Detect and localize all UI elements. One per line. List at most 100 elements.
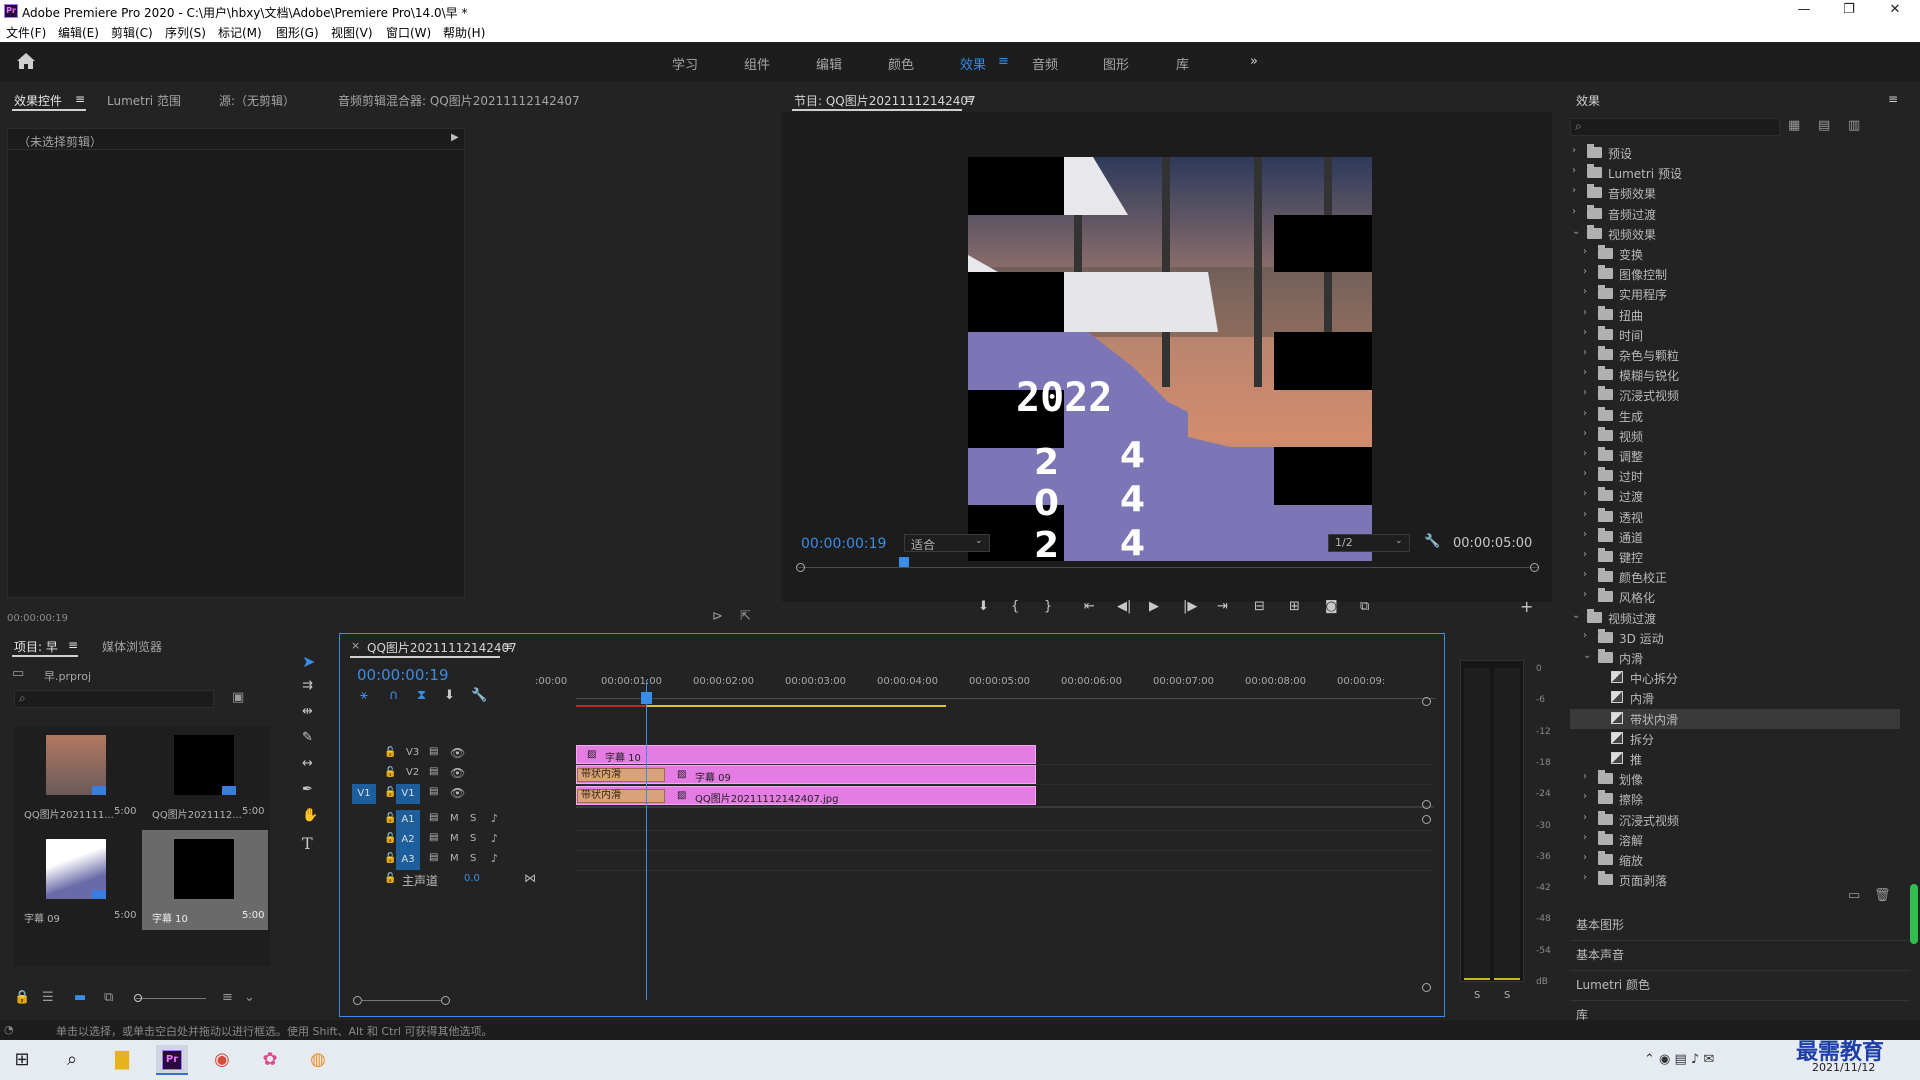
sync-lock-icon[interactable]: ▤ <box>429 786 438 797</box>
chevron-right-icon[interactable]: › <box>1583 509 1587 520</box>
scroll-handle[interactable] <box>1422 800 1431 809</box>
compare-view-button[interactable]: ⧉ <box>1360 599 1369 614</box>
lock-icon[interactable]: 🔓 <box>384 747 396 758</box>
razor-tool-icon[interactable]: ✎ <box>302 730 313 745</box>
lock-icon[interactable]: 🔓 <box>384 767 396 778</box>
lock-icon[interactable]: 🔓 <box>384 873 396 884</box>
mute-button[interactable]: M <box>450 833 459 844</box>
tab-project[interactable]: 项目: 早 <box>14 638 58 655</box>
scroll-handle[interactable] <box>1422 697 1431 706</box>
chevron-right-icon[interactable]: › <box>1583 852 1587 863</box>
windows-start-icon[interactable]: ⊞ <box>6 1045 38 1075</box>
home-icon[interactable] <box>16 52 36 70</box>
chevron-right-icon[interactable]: › <box>1583 428 1587 439</box>
effect-folder[interactable]: ⌄ 视频效果 <box>1570 224 1900 244</box>
scrollbar-thumb[interactable] <box>1910 884 1918 944</box>
effect-folder[interactable]: › 通道 <box>1570 527 1900 547</box>
effect-folder[interactable]: › Lumetri 预设 <box>1570 163 1900 183</box>
workspace-assembly[interactable]: 组件 <box>744 54 770 73</box>
meter-solo-button[interactable]: S <box>1504 990 1510 1001</box>
minimize-button[interactable]: — <box>1789 2 1819 20</box>
chevron-right-icon[interactable]: › <box>1583 630 1587 641</box>
search-icon[interactable]: ⌕ <box>56 1045 88 1075</box>
effect-folder[interactable]: › 实用程序 <box>1570 284 1900 304</box>
solo-button[interactable]: S <box>470 833 476 844</box>
effect-folder[interactable]: ⌄ 视频过渡 <box>1570 608 1900 628</box>
effect-folder[interactable]: › 透视 <box>1570 507 1900 527</box>
effect-folder[interactable]: › 时间 <box>1570 325 1900 345</box>
effect-folder[interactable]: › 擦除 <box>1570 789 1900 809</box>
menu-clip[interactable]: 剪辑(C) <box>111 24 153 41</box>
transition-v1[interactable]: 带状内滑 <box>577 789 665 803</box>
yuv-effects-icon[interactable]: ▥ <box>1848 118 1860 133</box>
effect-folder[interactable]: › 沉浸式视频 <box>1570 385 1900 405</box>
zoom-slider-handle[interactable] <box>134 994 142 1002</box>
new-bin-icon[interactable]: ▭ <box>1848 888 1860 903</box>
effect-folder[interactable]: › 风格化 <box>1570 587 1900 607</box>
microphone-icon[interactable]: ♪ <box>491 812 498 825</box>
effect-folder[interactable]: › 过渡 <box>1570 486 1900 506</box>
file-explorer-icon[interactable]: ▇ <box>106 1045 138 1075</box>
chevron-right-icon[interactable]: › <box>1583 488 1587 499</box>
step-forward-button[interactable]: |▶ <box>1183 599 1197 614</box>
close-sequence-icon[interactable]: × <box>351 639 360 652</box>
microphone-icon[interactable]: ♪ <box>491 832 498 845</box>
chrome-icon[interactable]: ◉ <box>206 1045 238 1075</box>
tab-lumetri-scopes[interactable]: Lumetri 范围 <box>107 92 181 109</box>
workspace-libraries[interactable]: 库 <box>1176 54 1189 73</box>
effect-folder[interactable]: › 键控 <box>1570 547 1900 567</box>
mute-button[interactable]: M <box>450 813 459 824</box>
menu-window[interactable]: 窗口(W) <box>386 24 431 41</box>
chevron-right-icon[interactable]: › <box>1583 791 1587 802</box>
effect-folder[interactable]: ⌄ 内滑 <box>1570 648 1900 668</box>
effect-folder[interactable]: › 图像控制 <box>1570 264 1900 284</box>
chevron-right-icon[interactable]: › <box>1583 872 1587 883</box>
hand-tool-icon[interactable]: ✋ <box>302 808 318 823</box>
workspace-audio[interactable]: 音频 <box>1032 54 1058 73</box>
lock-icon[interactable]: 🔓 <box>384 813 396 824</box>
effect-folder[interactable]: › 调整 <box>1570 446 1900 466</box>
effects-search-input[interactable]: ⌕ <box>1570 118 1780 136</box>
effects-menu-icon[interactable]: ≡ <box>1888 92 1898 106</box>
go-to-in-button[interactable]: ⇤ <box>1084 599 1095 614</box>
clip-v3[interactable]: ▨ 字幕 10 <box>576 745 1036 764</box>
new-bin-icon[interactable]: ▣ <box>232 690 244 705</box>
timeline-horizontal-scrollbar[interactable] <box>353 996 1427 1006</box>
effect-folder[interactable]: › 过时 <box>1570 466 1900 486</box>
chevron-right-icon[interactable]: › <box>1583 408 1587 419</box>
track-select-tool-icon[interactable]: ⇉ <box>302 678 313 693</box>
section-lumetri-color[interactable]: Lumetri 颜色 <box>1576 976 1650 993</box>
lock-icon[interactable]: 🔓 <box>384 787 396 798</box>
program-timecode[interactable]: 00:00:00:19 <box>801 536 886 552</box>
more-workspaces-icon[interactable]: » <box>1250 54 1258 69</box>
track-label[interactable]: A2 <box>396 830 420 850</box>
track-label[interactable]: A1 <box>396 810 420 830</box>
project-menu-icon[interactable]: ≡ <box>68 638 78 652</box>
menu-help[interactable]: 帮助(H) <box>443 24 485 41</box>
project-item-selected[interactable]: 字幕 10 5:00 <box>142 830 268 930</box>
sync-lock-icon[interactable]: ▤ <box>429 832 438 843</box>
32bit-effects-icon[interactable]: ▤ <box>1818 118 1830 133</box>
fit-dropdown[interactable]: 适合 ⌄ <box>904 534 990 552</box>
microphone-icon[interactable]: ♪ <box>491 852 498 865</box>
source-patch-v1[interactable]: V1 <box>352 784 376 804</box>
lift-button[interactable]: ⊟ <box>1254 599 1265 614</box>
maximize-button[interactable]: ❐ <box>1834 2 1864 20</box>
lock-icon[interactable]: 🔒 <box>14 990 30 1005</box>
tab-media-browser[interactable]: 媒体浏览器 <box>102 638 162 655</box>
chevron-right-icon[interactable]: › <box>1583 246 1587 257</box>
track-label[interactable]: A3 <box>396 850 420 870</box>
chevron-right-icon[interactable]: › <box>1583 286 1587 297</box>
chevron-right-icon[interactable]: › <box>1583 307 1587 318</box>
effect-folder[interactable]: › 生成 <box>1570 406 1900 426</box>
zoom-slider[interactable] <box>136 998 206 999</box>
wrench-icon[interactable]: 🔧 <box>1424 534 1440 549</box>
chevron-right-icon[interactable]: › <box>1583 266 1587 277</box>
chevron-right-icon[interactable]: › <box>1583 448 1587 459</box>
chevron-right-icon[interactable]: › <box>1583 812 1587 823</box>
workspace-graphics[interactable]: 图形 <box>1103 54 1129 73</box>
tab-effect-controls[interactable]: 效果控件 <box>14 92 62 109</box>
menu-graphics[interactable]: 图形(G) <box>276 24 319 41</box>
lock-icon[interactable]: 🔓 <box>384 833 396 844</box>
chevron-right-icon[interactable]: › <box>1583 771 1587 782</box>
